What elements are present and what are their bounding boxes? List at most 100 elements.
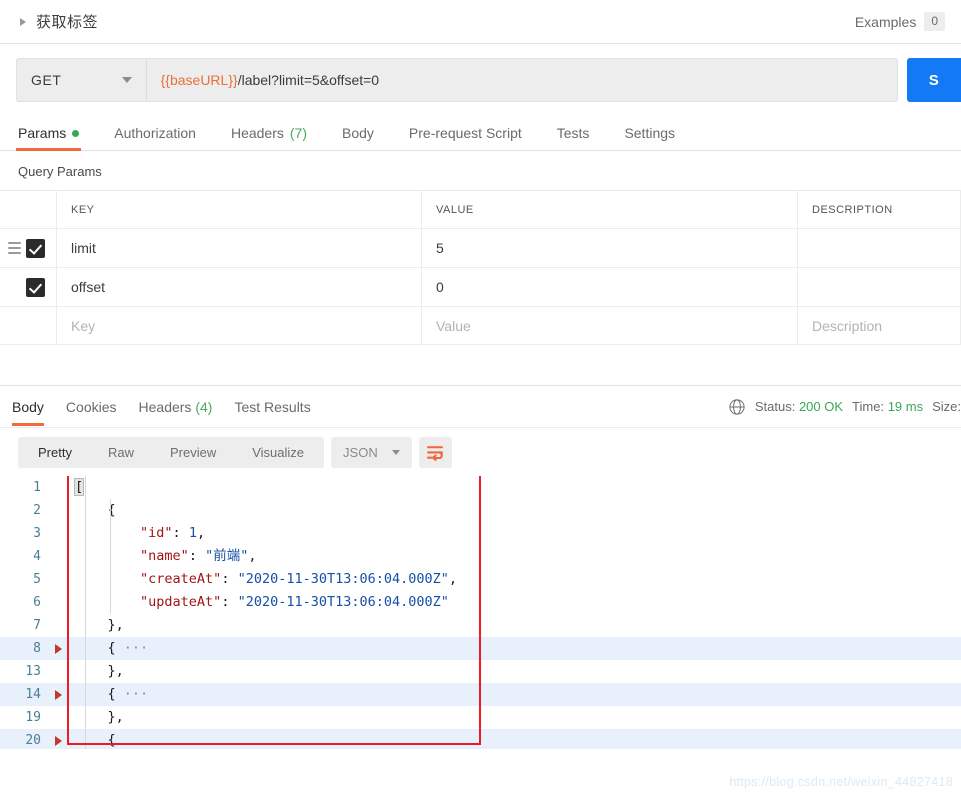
- tab-body[interactable]: Body: [342, 125, 391, 150]
- line-number: 1: [33, 480, 41, 495]
- time-value: 19 ms: [887, 399, 924, 414]
- tab-settings[interactable]: Settings: [624, 125, 692, 150]
- table-row[interactable]: limit 5: [0, 228, 961, 268]
- word-wrap-icon: [426, 445, 443, 461]
- header-cell-key: KEY: [71, 203, 95, 216]
- globe-icon[interactable]: [728, 398, 746, 416]
- response-body-code-viewer[interactable]: 1[2 {3 "id": 1, 4 "name": "前端", 5 "createA…: [0, 476, 961, 749]
- tab-pre-request-script[interactable]: Pre-request Script: [409, 125, 539, 150]
- tab-response-headers-label: Headers: [138, 398, 192, 415]
- size-label: Size:: [932, 399, 961, 414]
- code-line[interactable]: 13 },: [0, 660, 961, 683]
- table-row-empty[interactable]: Key Value Description: [0, 306, 961, 345]
- tab-headers[interactable]: Headers (7): [231, 125, 324, 150]
- code-line[interactable]: 7 },: [0, 614, 961, 637]
- response-body-toolbar: Pretty Raw Preview Visualize JSON: [0, 428, 961, 476]
- code-text: "updateAt": "2020-11-30T13:06:04.000Z": [140, 594, 449, 610]
- code-line[interactable]: 2 {: [0, 499, 961, 522]
- request-title-group[interactable]: 获取标签: [16, 11, 98, 32]
- fold-arrow-icon[interactable]: [50, 683, 67, 706]
- tab-headers-label: Headers: [230, 125, 284, 141]
- row-checkbox-limit[interactable]: [26, 238, 45, 258]
- tab-headers-count: (7): [289, 125, 307, 141]
- query-params-heading: Query Params: [18, 164, 102, 179]
- code-text: },: [75, 617, 124, 633]
- drag-handle-icon[interactable]: [8, 242, 21, 254]
- tab-test-results[interactable]: Test Results: [234, 399, 310, 415]
- query-params-table: KEY VALUE DESCRIPTION limit 5 offset 0 K…: [0, 190, 961, 345]
- new-param-description-input: Description: [812, 317, 883, 334]
- word-wrap-button[interactable]: [418, 437, 452, 468]
- code-line[interactable]: 8 { ···: [0, 637, 961, 660]
- examples-count-badge: 0: [924, 12, 945, 31]
- url-path: /label?limit=5&offset=0: [237, 72, 380, 88]
- row-checkbox-offset[interactable]: [26, 277, 45, 297]
- tab-body-label: Body: [342, 125, 374, 141]
- code-line[interactable]: 14 { ···: [0, 683, 961, 706]
- url-row: GET {{baseURL}}/label?limit=5&offset=0 S: [0, 44, 961, 116]
- code-text: [: [73, 478, 85, 496]
- tab-response-body[interactable]: Body: [12, 399, 44, 426]
- view-raw-button[interactable]: Raw: [90, 437, 152, 468]
- tab-tests[interactable]: Tests: [557, 125, 607, 150]
- code-text: "createAt": "2020-11-30T13:06:04.000Z",: [140, 571, 458, 587]
- tab-response-headers[interactable]: Headers (4): [139, 399, 213, 415]
- code-text: },: [75, 709, 124, 725]
- unsaved-dot-icon: [72, 129, 80, 137]
- code-line[interactable]: 3 "id": 1,: [0, 522, 961, 545]
- line-number: 20: [25, 733, 41, 748]
- tab-params-label: Params: [18, 125, 67, 141]
- send-button[interactable]: S: [906, 58, 961, 102]
- response-tab-bar: Body Cookies Headers (4) Test Results St…: [0, 386, 961, 428]
- examples-group[interactable]: Examples 0: [855, 12, 945, 31]
- code-text: { ···: [75, 640, 149, 656]
- line-number: 3: [33, 526, 41, 541]
- status-label-text: Status:: [754, 399, 796, 414]
- indent-guide: [110, 499, 111, 614]
- pane-divider: [0, 345, 961, 386]
- table-row[interactable]: offset 0: [0, 267, 961, 307]
- code-text: {: [75, 732, 116, 748]
- postman-request-pane: 获取标签 Examples 0 GET {{baseURL}}/label?li…: [0, 0, 961, 793]
- param-value-offset: 0: [436, 279, 444, 295]
- response-format-label: JSON: [343, 445, 378, 460]
- code-line[interactable]: 5 "createAt": "2020-11-30T13:06:04.000Z"…: [0, 568, 961, 591]
- fold-arrow-icon[interactable]: [50, 729, 67, 749]
- tab-response-cookies[interactable]: Cookies: [66, 399, 117, 415]
- code-lines: 1[2 {3 "id": 1, 4 "name": "前端", 5 "createA…: [0, 476, 961, 749]
- chevron-down-icon: [121, 77, 132, 83]
- http-method-label: GET: [31, 72, 62, 88]
- line-number: 19: [25, 710, 41, 725]
- tab-pre-request-script-label: Pre-request Script: [408, 125, 522, 141]
- fold-arrow-icon[interactable]: [50, 637, 67, 660]
- line-number: 4: [33, 549, 41, 564]
- tab-tests-label: Tests: [556, 125, 590, 141]
- tab-response-headers-count: (4): [195, 398, 213, 415]
- collapse-caret-icon[interactable]: [20, 17, 26, 26]
- tab-params[interactable]: Params: [15, 125, 96, 151]
- view-preview-button[interactable]: Preview: [152, 437, 234, 468]
- code-line[interactable]: 20 {: [0, 729, 961, 749]
- line-number: 2: [33, 503, 41, 518]
- code-line[interactable]: 6 "updateAt": "2020-11-30T13:06:04.000Z": [0, 591, 961, 614]
- http-method-select[interactable]: GET: [16, 58, 146, 102]
- code-line[interactable]: 19 },: [0, 706, 961, 729]
- chevron-down-icon: [391, 450, 400, 455]
- view-visualize-button[interactable]: Visualize: [234, 437, 322, 468]
- tab-authorization[interactable]: Authorization: [114, 125, 213, 150]
- param-key-offset: offset: [71, 279, 105, 295]
- code-line[interactable]: 1[: [0, 476, 961, 499]
- request-title-bar: 获取标签 Examples 0: [0, 0, 961, 44]
- url-input[interactable]: {{baseURL}}/label?limit=5&offset=0: [145, 58, 898, 102]
- response-format-select[interactable]: JSON: [331, 437, 412, 468]
- param-key-limit: limit: [71, 240, 96, 256]
- code-line[interactable]: 4 "name": "前端",: [0, 545, 961, 568]
- view-pretty-button[interactable]: Pretty: [20, 437, 90, 468]
- header-cell-checkbox: [0, 190, 57, 229]
- response-meta: Status: 200 OK Time: 19 ms Size:: [728, 398, 961, 416]
